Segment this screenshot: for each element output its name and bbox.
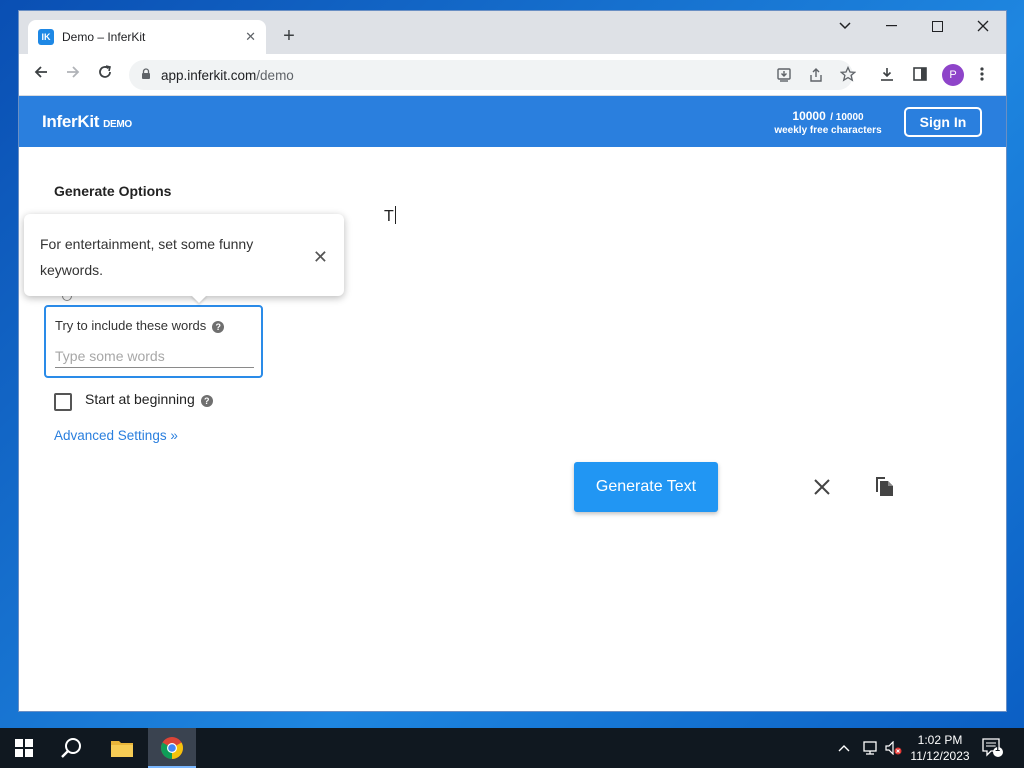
reload-icon — [99, 65, 111, 78]
notification-count: 1 — [995, 743, 1001, 753]
tab-strip: IK Demo – InferKit ✕ + — [19, 11, 1006, 54]
close-icon — [977, 20, 989, 32]
taskbar-clock[interactable]: 1:02 PM 11/12/2023 — [900, 732, 980, 764]
minimize-icon — [885, 25, 897, 27]
network-icon — [863, 741, 877, 755]
quota-label: weekly free characters — [774, 125, 882, 136]
search-button[interactable] — [48, 728, 96, 768]
clock-date: 11/12/2023 — [910, 749, 970, 763]
windows-logo-icon — [15, 739, 33, 757]
start-at-beginning-checkbox[interactable] — [54, 393, 72, 411]
notification-center-button[interactable]: 1 — [982, 728, 1004, 768]
windows-taskbar: 1:02 PM 11/12/2023 1 — [0, 728, 1024, 768]
address-bar[interactable]: app.inferkit.com/demo — [129, 60, 853, 90]
tab-title: Demo – InferKit — [62, 30, 146, 44]
show-hidden-icons-button[interactable] — [838, 728, 850, 768]
browser-toolbar: app.inferkit.com/demo P — [19, 54, 1006, 96]
prompt-editor[interactable]: T — [384, 206, 396, 226]
keywords-input[interactable] — [55, 344, 254, 368]
character-quota: 10000 / 10000 weekly free characters — [763, 107, 893, 137]
network-button[interactable] — [862, 728, 880, 768]
tab-search-button[interactable] — [822, 11, 868, 41]
generate-options-heading: Generate Options — [54, 183, 172, 199]
forward-button[interactable] — [61, 63, 85, 87]
side-panel-icon[interactable] — [912, 66, 928, 86]
site-header: InferKit DEMO 10000 / 10000 weekly free c… — [19, 96, 1006, 147]
copy-button[interactable] — [873, 474, 895, 500]
quota-max: / 10000 — [830, 112, 864, 123]
kebab-menu-icon[interactable] — [980, 66, 984, 86]
inferkit-logo[interactable]: InferKit DEMO — [42, 112, 132, 132]
search-icon — [61, 738, 81, 758]
copy-icon — [876, 477, 893, 496]
bookmark-star-icon[interactable] — [839, 65, 857, 85]
tooltip-close-icon[interactable]: ✕ — [313, 244, 328, 270]
maximize-button[interactable] — [914, 11, 960, 41]
help-icon[interactable]: ? — [200, 395, 213, 407]
folder-icon — [111, 741, 133, 757]
close-window-button[interactable] — [960, 11, 1006, 41]
minimize-button[interactable] — [868, 11, 914, 41]
clear-button[interactable] — [814, 474, 830, 502]
tooltip-arrow — [191, 295, 207, 303]
keywords-field-box: Try to include these words? — [44, 305, 263, 378]
back-button[interactable] — [29, 63, 53, 87]
maximize-icon — [931, 20, 943, 32]
share-icon[interactable] — [808, 67, 824, 86]
close-icon — [814, 479, 830, 495]
reload-button[interactable] — [93, 63, 117, 87]
arrow-right-icon — [67, 66, 80, 78]
chrome-taskbar-button[interactable] — [148, 728, 196, 768]
profile-avatar[interactable]: P — [942, 64, 964, 86]
browser-tab[interactable]: IK Demo – InferKit ✕ — [28, 20, 266, 54]
generate-text-button[interactable]: Generate Text — [574, 462, 718, 512]
start-button[interactable] — [0, 728, 48, 768]
browser-window: IK Demo – InferKit ✕ + app.inferkit.com/… — [18, 10, 1007, 712]
chevron-down-icon — [839, 22, 851, 30]
prompt-text: T — [384, 208, 394, 225]
new-tab-button[interactable]: + — [277, 24, 301, 48]
downloads-icon[interactable] — [879, 66, 895, 86]
keywords-label: Try to include these words? — [55, 318, 225, 333]
advanced-settings-link[interactable]: Advanced Settings » — [54, 428, 178, 443]
clock-time: 1:02 PM — [917, 733, 963, 747]
help-icon[interactable]: ? — [212, 321, 225, 333]
tooltip-text: For entertainment, set some funny keywor… — [40, 236, 254, 278]
page-content: InferKit DEMO 10000 / 10000 weekly free c… — [19, 96, 1006, 711]
quota-used: 10000 — [792, 109, 826, 123]
chevron-up-icon — [838, 745, 850, 752]
tab-close-icon[interactable]: ✕ — [245, 29, 256, 45]
install-app-icon[interactable] — [776, 67, 792, 86]
lock-icon — [141, 67, 151, 83]
url-text: app.inferkit.com/demo — [161, 67, 294, 83]
start-at-beginning-label: Start at beginning? — [85, 391, 213, 407]
inferkit-favicon-icon: IK — [38, 29, 54, 45]
keywords-tooltip: For entertainment, set some funny keywor… — [24, 214, 344, 296]
file-explorer-button[interactable] — [98, 728, 146, 768]
arrow-left-icon — [34, 66, 47, 78]
notification-icon — [982, 738, 1003, 757]
text-caret — [394, 206, 396, 224]
sign-in-button[interactable]: Sign In — [904, 107, 982, 137]
chrome-icon — [161, 737, 183, 759]
